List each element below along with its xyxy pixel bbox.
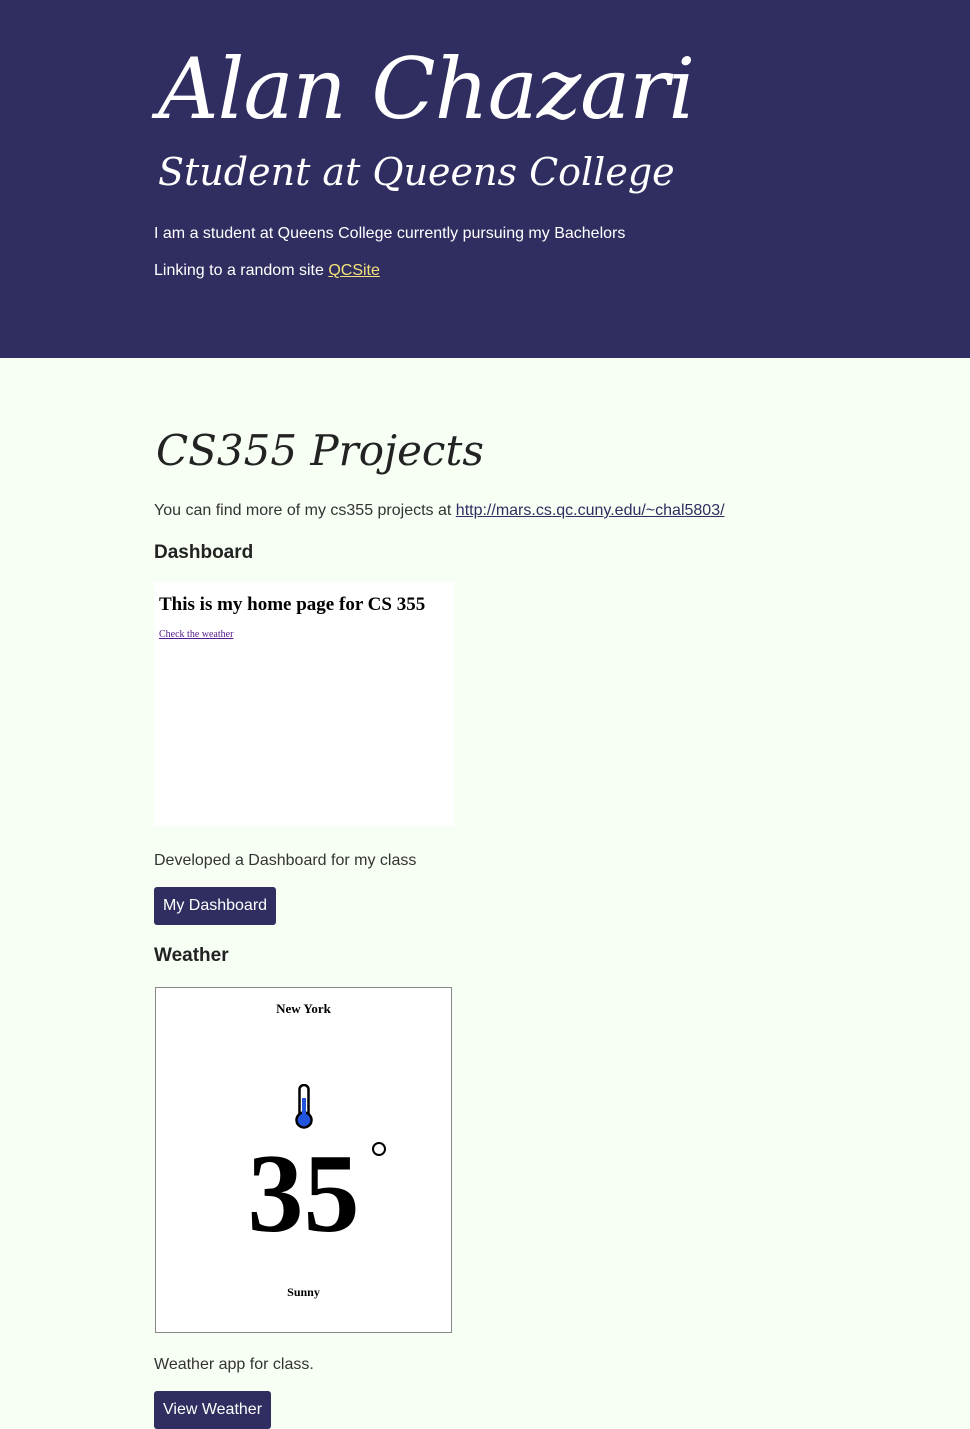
dashboard-description: Developed a Dashboard for my class: [154, 852, 417, 869]
owner-subtitle: Student at Queens College: [158, 150, 675, 194]
preview-city: New York: [276, 1001, 331, 1016]
site-link-line: Linking to a random site QCSite: [154, 262, 380, 280]
weather-title: Weather: [154, 945, 229, 966]
owner-name: Alan Chazari: [158, 40, 695, 138]
mars-link[interactable]: http://mars.cs.qc.cuny.edu/~chal5803/: [456, 502, 725, 519]
intro-text: You can find more of my cs355 projects a…: [154, 502, 456, 519]
weather-preview: New York 35 Sunny: [155, 987, 452, 1333]
preview-heading: This is my home page for CS 355: [159, 594, 426, 615]
dashboard-title: Dashboard: [154, 542, 254, 563]
my-dashboard-button[interactable]: My Dashboard: [154, 887, 277, 925]
preview-temperature: 35: [247, 1132, 360, 1256]
preview-weather-link: Check the weather: [159, 629, 234, 640]
bio-text: I am a student at Queens College current…: [154, 225, 626, 242]
view-weather-button[interactable]: View Weather: [154, 1391, 272, 1429]
weather-description: Weather app for class.: [154, 1356, 314, 1373]
projects-intro: You can find more of my cs355 projects a…: [154, 502, 725, 520]
degree-icon: [372, 1142, 386, 1156]
preview-condition: Sunny: [287, 1285, 320, 1299]
dashboard-preview: This is my home page for CS 355 Check th…: [154, 582, 454, 826]
site-link-prefix: Linking to a random site: [154, 262, 329, 279]
qcsite-link[interactable]: QCSite: [328, 262, 380, 279]
thermometer-icon: [295, 1084, 313, 1129]
header: Alan Chazari Student at Queens College I…: [0, 0, 970, 358]
section-title: CS355 Projects: [156, 426, 484, 475]
